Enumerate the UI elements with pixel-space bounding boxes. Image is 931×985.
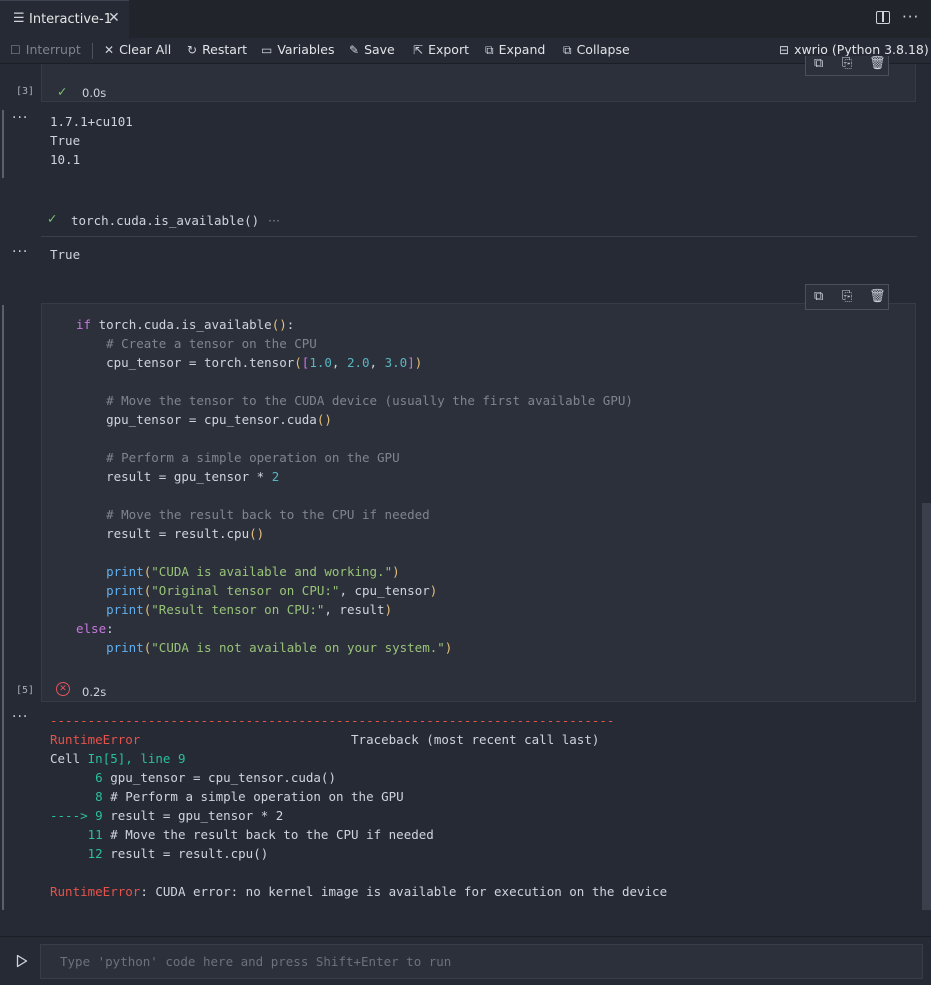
more-actions-icon[interactable]: ··· bbox=[902, 8, 919, 26]
variables-icon: ▭ bbox=[261, 43, 273, 57]
tab-interactive-1[interactable]: ☰ Interactive-1 ✕ bbox=[0, 0, 129, 38]
clear-all-button[interactable]: ✕ Clear All bbox=[104, 42, 171, 57]
output-gutter bbox=[2, 110, 4, 178]
cell-5-gutter bbox=[2, 305, 4, 910]
run-icon[interactable] bbox=[16, 954, 28, 968]
expand-icon: ⧉ bbox=[485, 43, 494, 57]
cell-5-traceback: ----------------------------------------… bbox=[50, 713, 668, 899]
cell-3-output: 1.7.1+cu101 True 10.1 bbox=[50, 114, 133, 167]
delete-icon[interactable]: 🗑 bbox=[869, 56, 886, 71]
copy-icon[interactable]: ⧉ bbox=[814, 289, 823, 304]
save-button[interactable]: ✎ Save bbox=[349, 42, 395, 57]
code-input[interactable] bbox=[41, 945, 922, 978]
collapsed-more[interactable]: ··· bbox=[268, 213, 280, 228]
interrupt-button[interactable]: ☐ Interrupt bbox=[10, 42, 81, 57]
cell-5-code[interactable]: if torch.cuda.is_available(): # Create a… bbox=[76, 315, 633, 657]
stop-icon: ☐ bbox=[10, 43, 21, 57]
execution-duration: 0.2s bbox=[82, 685, 107, 699]
export-icon: ⇱ bbox=[413, 43, 424, 57]
code-cell-3[interactable] bbox=[41, 64, 916, 102]
expand-button[interactable]: ⧉ Expand bbox=[485, 42, 545, 58]
collapsed-code-preview[interactable]: torch.cuda.is_available() bbox=[71, 213, 259, 228]
cell-3-toolbar: ⧉ ⎘ 🗑 bbox=[805, 56, 889, 76]
tab-bar: ☰ Interactive-1 ✕ ··· bbox=[0, 0, 931, 38]
execution-count: [3] bbox=[16, 86, 35, 97]
kernel-icon: ⊟ bbox=[779, 43, 790, 57]
split-editor-icon[interactable] bbox=[876, 11, 890, 24]
execution-count: [5] bbox=[16, 685, 35, 696]
list-icon: ☰ bbox=[13, 11, 25, 26]
interactive-input-area bbox=[0, 936, 931, 985]
close-icon[interactable]: ✕ bbox=[108, 10, 120, 26]
success-check-icon: ✓ bbox=[47, 211, 58, 226]
execution-duration: 0.0s bbox=[82, 86, 107, 100]
vertical-scrollbar[interactable] bbox=[922, 503, 931, 910]
save-icon: ✎ bbox=[349, 43, 360, 57]
cell-4-output: True bbox=[50, 247, 81, 262]
cell-divider bbox=[41, 236, 917, 237]
delete-icon[interactable]: 🗑 bbox=[869, 289, 886, 304]
toolbar: ☐ Interrupt ✕ Clear All ↻ Restart ▭ Variable… bbox=[0, 38, 931, 64]
cell-5-toolbar: ⧉ ⎘ 🗑 bbox=[805, 284, 889, 310]
copy-icon[interactable]: ⧉ bbox=[814, 56, 823, 71]
output-more-icon[interactable]: ··· bbox=[12, 110, 28, 126]
collapse-icon: ⧉ bbox=[563, 43, 572, 57]
tab-label: Interactive-1 bbox=[29, 12, 112, 27]
code-input-box bbox=[40, 944, 923, 979]
paste-icon[interactable]: ⎘ bbox=[842, 289, 852, 304]
variables-button[interactable]: ▭ Variables bbox=[261, 42, 334, 57]
collapse-button[interactable]: ⧉ Collapse bbox=[563, 42, 630, 58]
export-button[interactable]: ⇱ Export bbox=[413, 42, 469, 57]
output-more-icon[interactable]: ··· bbox=[12, 244, 28, 260]
toolbar-separator bbox=[92, 43, 93, 59]
output-more-icon[interactable]: ··· bbox=[12, 709, 28, 725]
clear-icon: ✕ bbox=[104, 43, 115, 57]
restart-icon: ↻ bbox=[187, 43, 198, 57]
error-icon: ✕ bbox=[56, 682, 70, 696]
kernel-picker[interactable]: ⊟ xwrio (Python 3.8.18) bbox=[779, 42, 929, 57]
restart-button[interactable]: ↻ Restart bbox=[187, 42, 247, 57]
paste-icon[interactable]: ⎘ bbox=[842, 56, 852, 71]
success-check-icon: ✓ bbox=[57, 84, 68, 99]
